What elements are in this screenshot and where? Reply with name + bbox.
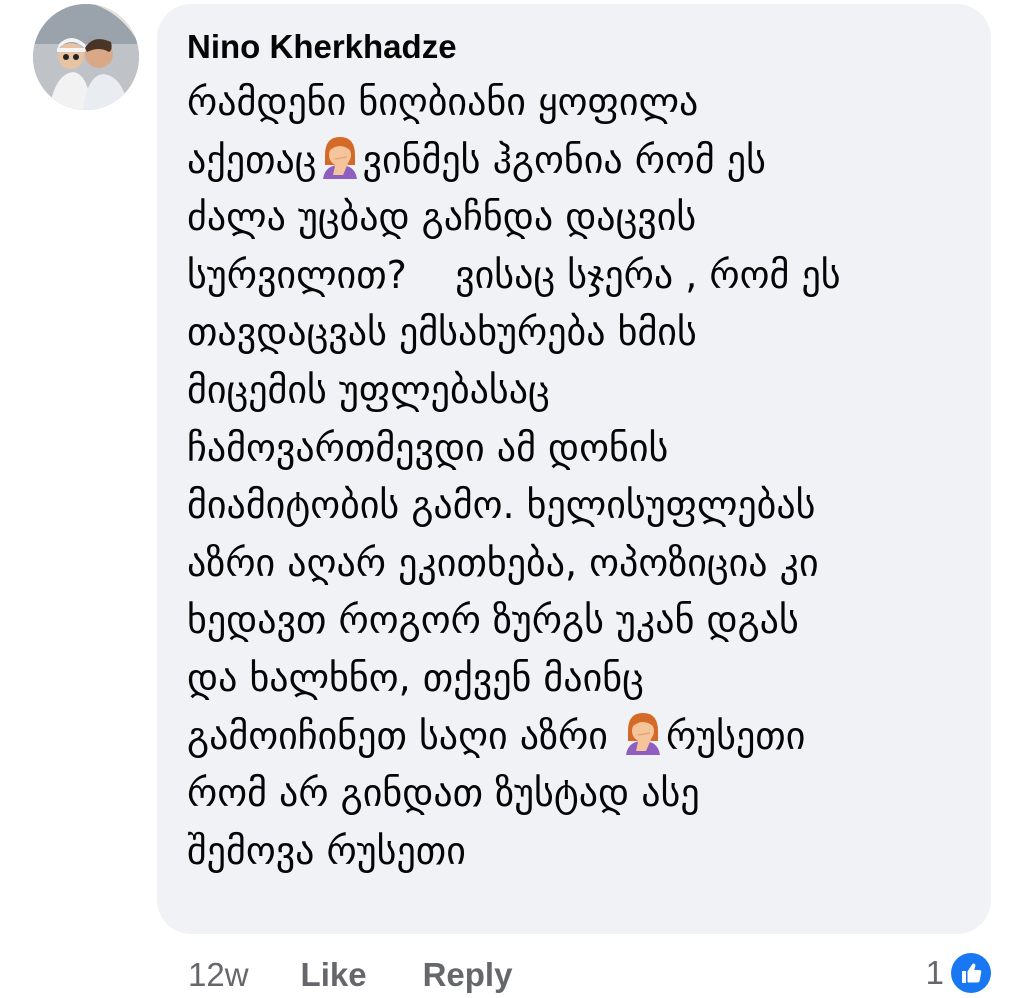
facepalm-woman-emoji-icon <box>319 135 361 179</box>
comment-author[interactable]: Nino Kherkhadze <box>187 26 961 68</box>
comment-line: რომ არ გინდათ ზუსტად ასე <box>187 771 700 816</box>
comment-line: რამდენი ნიღბიანი ყოფილა <box>187 80 699 124</box>
comment-line: შემოვა რუსეთი <box>187 828 466 873</box>
comment-line-part: ვინმეს ჰგონია რომ ეს <box>362 137 766 182</box>
reaction-summary[interactable]: 1 <box>926 950 994 996</box>
reply-button[interactable]: Reply <box>423 956 513 994</box>
comment-line: თავდაცვას ემსახურება ხმის <box>187 310 697 355</box>
comment-line-part: აქეთაც <box>187 137 317 182</box>
comment-line: აქეთაც ვინმეს ჰგონია რომ ეს <box>187 132 967 190</box>
comment-line: აზრი აღარ ეკითხება, ოპოზიცია კი <box>187 540 819 585</box>
like-button[interactable]: Like <box>301 956 367 994</box>
comment-line-part: რუსეთი <box>666 713 806 758</box>
comment-line: ჩამოვართმევდი ამ დონის <box>187 425 669 470</box>
comment-line: ხედავთ როგორ ზურგს უკან დგას <box>187 598 799 643</box>
comment-line: სურვილით? ვისაც სჯერა , რომ ეს <box>187 252 841 297</box>
comment-bubble: Nino Kherkhadze რამდენი ნიღბიანი ყოფილა … <box>157 4 991 934</box>
comment-line: მიცემის უფლებასაც <box>187 367 550 412</box>
avatar-photo <box>33 4 139 110</box>
comment-line-part: გამოიჩინეთ საღი აზრი <box>187 713 608 758</box>
comment-actions: 12w Like Reply <box>188 950 568 998</box>
reaction-count: 1 <box>925 954 944 991</box>
avatar[interactable] <box>33 4 139 110</box>
facepalm-woman-emoji-icon <box>622 711 664 755</box>
comment-timestamp[interactable]: 12w <box>188 956 249 994</box>
comment-line: გამოიჩინეთ საღი აზრი რუსეთი <box>187 708 967 766</box>
comment-line: მიამიტობის გამო. ხელისუფლებას <box>187 483 816 528</box>
comment-line: ძალა უცბად გაჩნდა დაცვის <box>187 195 697 240</box>
comment: Nino Kherkhadze რამდენი ნიღბიანი ყოფილა … <box>0 0 1024 998</box>
like-reaction-icon <box>948 950 994 996</box>
comment-text: რამდენი ნიღბიანი ყოფილა აქეთაც ვინმეს ჰგო… <box>187 74 967 880</box>
comment-line: და ხალხნო, თქვენ მაინც <box>187 655 644 700</box>
